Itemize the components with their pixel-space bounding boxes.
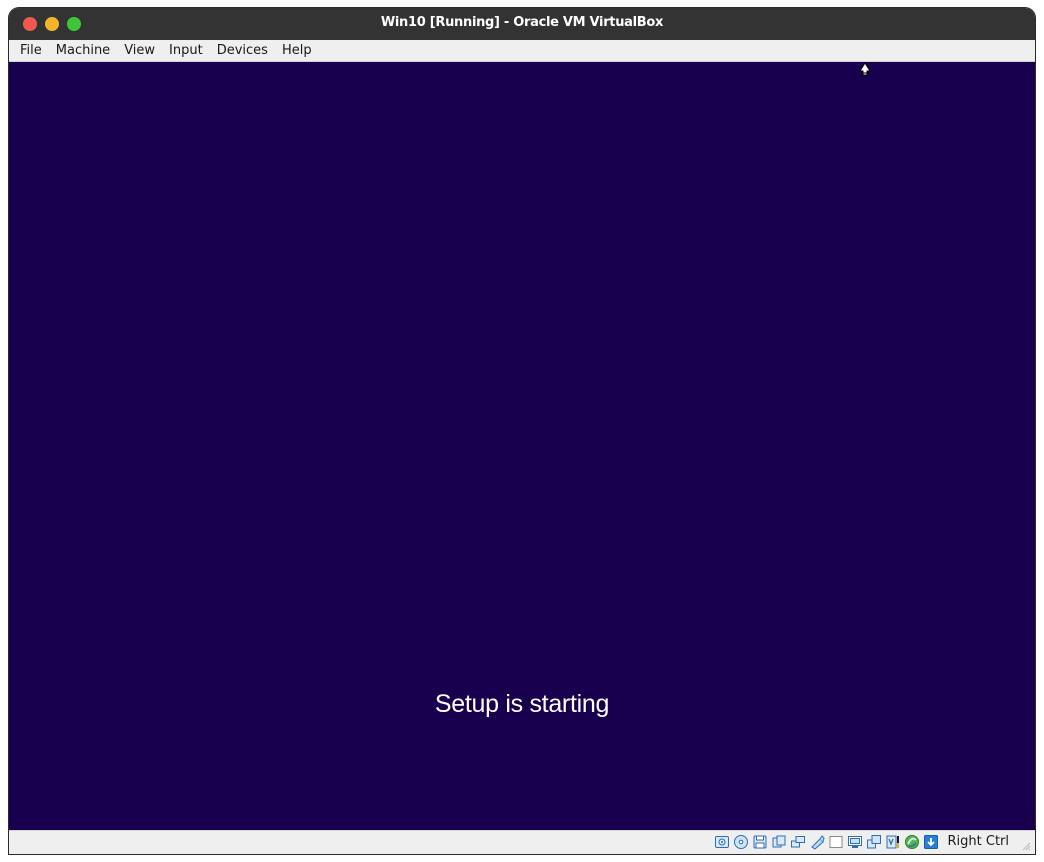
vm-display[interactable]: Setup is starting xyxy=(9,62,1035,830)
mouse-pointer-icon xyxy=(859,62,871,76)
setup-status-message: Setup is starting xyxy=(434,690,610,718)
network-icon[interactable] xyxy=(790,834,806,850)
usb-icon[interactable] xyxy=(809,834,825,850)
menu-file[interactable]: File xyxy=(13,41,49,61)
mouse-integration-icon[interactable] xyxy=(904,834,920,850)
resize-grip-icon[interactable] xyxy=(1021,841,1031,851)
virtualbox-window: Win10 [Running] - Oracle VM VirtualBox F… xyxy=(9,8,1035,854)
window-title: Win10 [Running] - Oracle VM VirtualBox xyxy=(380,15,664,30)
floppy-drive-icon[interactable] xyxy=(752,834,768,850)
optical-drive-icon[interactable] xyxy=(733,834,749,850)
shared-folders-icon[interactable] xyxy=(828,834,844,850)
menu-bar: File Machine View Input Devices Help xyxy=(9,40,1035,62)
menu-view[interactable]: View xyxy=(117,41,162,61)
host-key-label: Right Ctrl xyxy=(947,834,1010,849)
title-bar[interactable]: Win10 [Running] - Oracle VM VirtualBox xyxy=(9,8,1035,41)
cpu-icon[interactable] xyxy=(885,834,901,850)
menu-devices[interactable]: Devices xyxy=(210,41,275,61)
menu-help[interactable]: Help xyxy=(275,41,319,61)
device-status-icons xyxy=(714,834,939,850)
video-capture-icon[interactable] xyxy=(866,834,882,850)
keyboard-capture-icon[interactable] xyxy=(923,834,939,850)
hard-disk-icon[interactable] xyxy=(714,834,730,850)
display-icon[interactable] xyxy=(847,834,863,850)
menu-machine[interactable]: Machine xyxy=(49,41,117,61)
audio-icon[interactable] xyxy=(771,834,787,850)
status-bar: Right Ctrl xyxy=(9,830,1035,854)
menu-input[interactable]: Input xyxy=(162,41,210,61)
